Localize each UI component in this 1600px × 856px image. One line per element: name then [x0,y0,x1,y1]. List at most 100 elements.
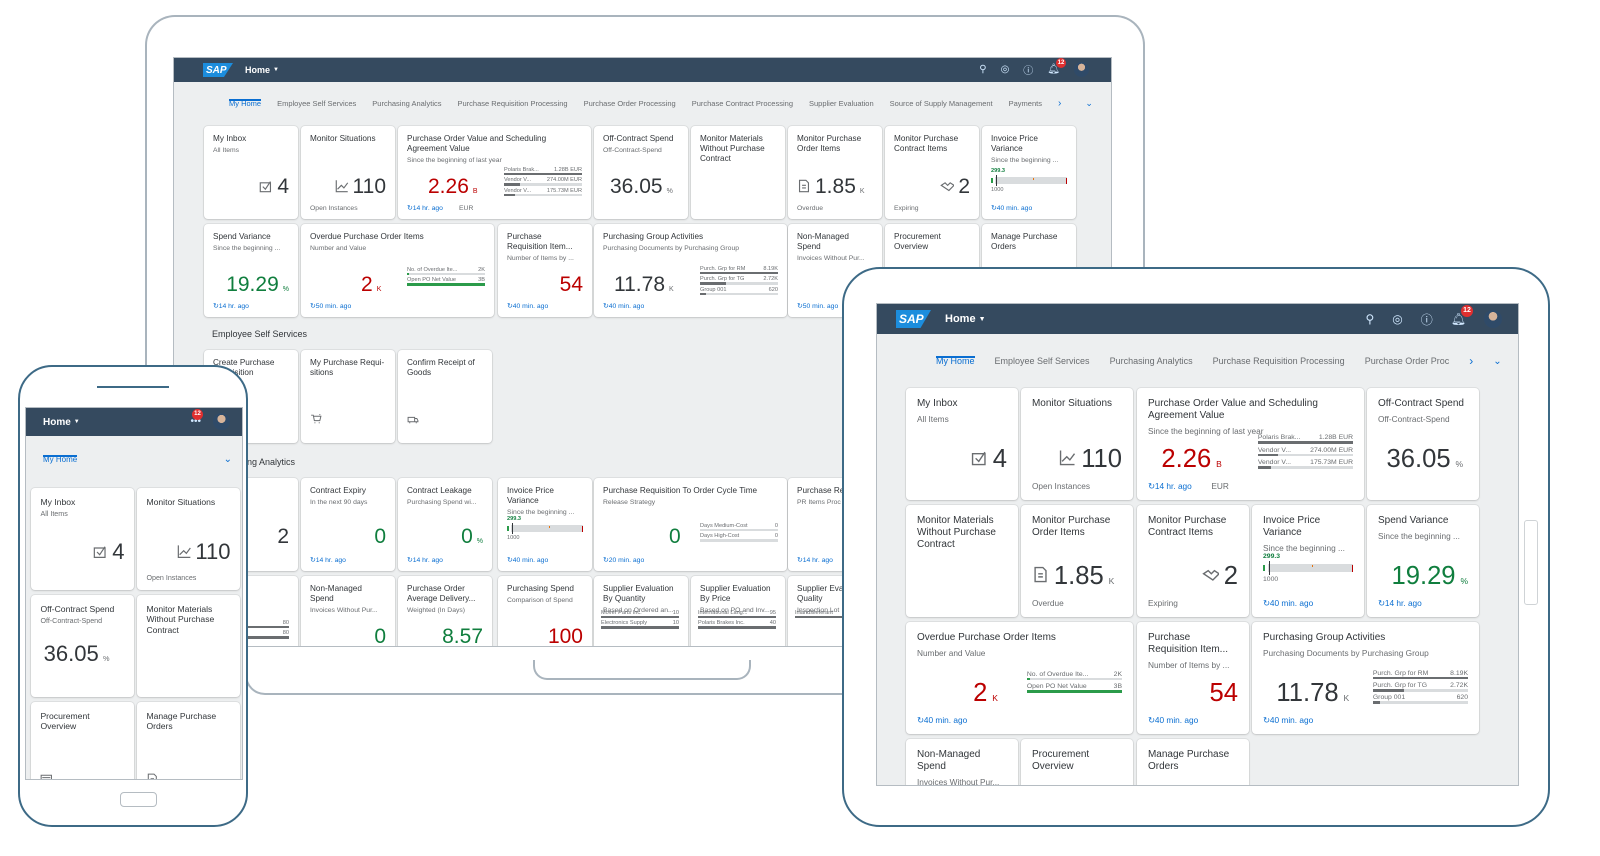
refresh-timestamp[interactable]: ↻14 hr. ago [310,556,346,564]
tile-purchase-order-average-delivery[interactable]: Purchase Order Average Delivery... Weight… [398,576,492,646]
tile-monitor-purchase-order-items[interactable]: Monitor Purchase Order Items 1.85 K Overdue [1021,505,1133,617]
tile-purchase-requisition-item[interactable]: Purchase Requisition Item... Number of It… [498,224,592,317]
user-avatar[interactable] [1484,310,1502,328]
tab-employee-self-services[interactable]: Employee Self Services [277,99,356,108]
tab-purchase-requisition-processing[interactable]: Purchase Requisition Processing [1213,356,1345,366]
user-avatar[interactable] [213,413,230,430]
tile-manage-purchase-orders[interactable]: Manage Purchase Orders [1137,739,1249,785]
tile-non-managed-spend[interactable]: Non-Managed Spend Invoices Without Pur...… [301,576,395,646]
tile-my-inbox[interactable]: My Inbox All Items 4 [204,126,298,219]
tab-purchase-order-processing[interactable]: Purchase Order Processing [584,99,676,108]
refresh-timestamp[interactable]: ↻50 min. ago [310,302,351,310]
tile-overdue-purchase-order-items[interactable]: Overdue Purchase Order Items Number and V… [301,224,494,317]
refresh-timestamp[interactable]: ↻40 min. ago [991,204,1032,212]
tile-non-managed-spend[interactable]: Non-Managed Spend Invoices Without Pur... [906,739,1018,785]
refresh-timestamp[interactable]: ↻40 min. ago [917,715,967,725]
tile-off-contract-spend[interactable]: Off-Contract Spend Off-Contract-Spend 36.0… [594,126,688,219]
tab-source-of-supply-management[interactable]: Source of Supply Management [890,99,993,108]
tile-contract-expiry[interactable]: Contract Expiry In the next 90 days 0 ↻14 h… [301,478,395,571]
tile-spend-variance[interactable]: Spend Variance Since the beginning ... 19.… [204,224,298,317]
notification-bell-icon[interactable]: 🔔︎ 12 [1047,58,1066,75]
copilot-icon[interactable]: ◎ [1001,64,1010,75]
search-icon[interactable]: ⚲ [1365,312,1374,326]
tile-monitor-situations[interactable]: Monitor Situations 110 Open Instances [301,126,395,219]
tile-off-contract-spend[interactable]: Off-Contract Spend Off-Contract-Spend 36.0… [31,595,134,697]
phone-home-button[interactable] [120,792,157,807]
tile-supplier-evaluation-by-price[interactable]: Supplier Evaluation By Price Based on PO … [691,576,785,646]
refresh-timestamp[interactable]: ↻40 min. ago [507,302,548,310]
home-menu-button[interactable]: Home ▼ [245,65,279,75]
refresh-timestamp[interactable]: ↻14 hr. ago [797,556,833,564]
refresh-timestamp[interactable]: ↻14 hr. ago [407,556,443,564]
tab-employee-self-services[interactable]: Employee Self Services [995,356,1090,366]
refresh-timestamp[interactable]: ↻40 min. ago [507,556,548,564]
tile-monitor-situations[interactable]: Monitor Situations 110 Open Instances [137,488,240,590]
refresh-timestamp[interactable]: ↻14 hr. ago [407,204,443,212]
refresh-timestamp[interactable]: ↻14 hr. ago [213,302,249,310]
help-icon[interactable]: ⓘ [1421,311,1433,328]
tab-payments[interactable]: Payments [1009,99,1042,108]
tile-supplier-evaluation-by-quantity[interactable]: Supplier Evaluation By Quantity Based on … [594,576,688,646]
help-icon[interactable]: ⓘ [1023,62,1033,77]
tile-monitor-purchase-order-items[interactable]: Monitor Purchase Order Items 1.85 K Overdue [788,126,882,219]
tile-my-purchase-requi-sitions[interactable]: My Purchase Requi-sitions [301,350,395,443]
tab-supplier-evaluation[interactable]: Supplier Evaluation [809,99,874,108]
tile-purchase-order-value-and-scheduling-agreement-value[interactable]: Purchase Order Value and Scheduling Agre… [398,126,591,219]
refresh-timestamp[interactable]: ↻14 hr. ago [1378,598,1422,608]
home-menu-button[interactable]: Home ▼ [43,417,80,428]
tile-invoice-price-variance[interactable]: Invoice Price Variance Since the beginnin… [498,478,592,571]
tile-confirm-receipt-of-goods[interactable]: Confirm Receipt of Goods [398,350,492,443]
tile-contract-leakage[interactable]: Contract Leakage Purchasing Spend wi... 0%… [398,478,492,571]
chevron-right-icon[interactable]: › [1469,354,1473,368]
refresh-timestamp[interactable]: ↻40 min. ago [603,302,644,310]
tab-purchase-requisition-processing[interactable]: Purchase Requisition Processing [458,99,568,108]
tab-my-home[interactable]: My Home [43,454,78,464]
sap-logo[interactable]: SAP [203,63,233,77]
tile-purchase-requisition-item[interactable]: Purchase Requisition Item... Number of It… [1137,622,1249,734]
chevron-right-icon[interactable]: › [1058,98,1061,109]
tile-monitor-materials-without-purchase-contract[interactable]: Monitor Materials Without Purchase Contr… [906,505,1018,617]
tab-purchase-contract-processing[interactable]: Purchase Contract Processing [692,99,793,108]
tile-invoice-price-variance[interactable]: Invoice Price Variance Since the beginnin… [982,126,1076,219]
tab-my-home[interactable]: My Home [936,356,975,366]
tile-my-inbox[interactable]: My Inbox All Items 4 [906,388,1018,500]
chevron-down-icon[interactable]: ⌄ [1085,98,1093,109]
chevron-down-icon[interactable]: ⌄ [224,454,232,465]
tile-spend-variance[interactable]: Spend Variance Since the beginning ... 19.… [1367,505,1479,617]
tile-purchasing-group-activities[interactable]: Purchasing Group Activities Purchasing Do… [594,224,787,317]
tile-off-contract-spend[interactable]: Off-Contract Spend Off-Contract-Spend 36.0… [1367,388,1479,500]
refresh-timestamp[interactable]: ↻20 min. ago [603,556,644,564]
tile-monitor-purchase-contract-items[interactable]: Monitor Purchase Contract Items 2 Expiring [885,126,979,219]
tile-procurement-overview[interactable]: Procurement Overview [31,702,134,779]
tile-purchasing-spend[interactable]: Purchasing Spend Comparison of Spend 100 [498,576,592,646]
search-icon[interactable]: ⚲ [979,64,986,75]
tile-overdue-purchase-order-items[interactable]: Overdue Purchase Order Items Number and V… [906,622,1133,734]
tab-purchase-order-processing[interactable]: Purchase Order Proc [1365,356,1450,366]
notification-bell-icon[interactable]: 🔔︎ 12 [1451,305,1473,326]
tile-purchase-requisition-to-order-cycle-time[interactable]: Purchase Requisition To Order Cycle Time… [594,478,787,571]
tab-purchasing-analytics[interactable]: Purchasing Analytics [372,99,441,108]
tile-monitor-materials-without-purchase-contract[interactable]: Monitor Materials Without Purchase Contr… [137,595,240,697]
tab-my-home[interactable]: My Home [229,98,262,108]
tab-purchasing-analytics[interactable]: Purchasing Analytics [1110,356,1193,366]
refresh-timestamp[interactable]: ↻40 min. ago [1263,715,1313,725]
tile-my-inbox[interactable]: My Inbox All Items 4 [31,488,134,590]
chevron-down-icon[interactable]: ⌄ [1493,356,1501,367]
copilot-icon[interactable]: ◎ [1392,312,1402,326]
home-menu-button[interactable]: Home ▼ [945,313,986,325]
refresh-timestamp[interactable]: ↻40 min. ago [1263,598,1313,608]
tile-monitor-situations[interactable]: Monitor Situations 110 Open Instances [1021,388,1133,500]
tile-monitor-materials-without-purchase-contract[interactable]: Monitor Materials Without Purchase Contr… [691,126,785,219]
tile-purchase-order-value-and-scheduling-agreement-value[interactable]: Purchase Order Value and Scheduling Agre… [1137,388,1364,500]
sap-logo[interactable]: SAP [896,310,931,328]
tile-procurement-overview[interactable]: Procurement Overview [1021,739,1133,785]
tile-monitor-purchase-contract-items[interactable]: Monitor Purchase Contract Items 2 Expiring [1137,505,1249,617]
tile-invoice-price-variance[interactable]: Invoice Price Variance Since the beginnin… [1252,505,1364,617]
user-avatar[interactable] [1074,62,1089,77]
tile-manage-purchase-orders[interactable]: Manage Purchase Orders [137,702,240,779]
refresh-timestamp[interactable]: ↻14 hr. ago [1148,481,1192,491]
refresh-timestamp[interactable]: ↻50 min. ago [797,302,838,310]
refresh-timestamp[interactable]: ↻40 min. ago [1148,715,1198,725]
tile-purchasing-group-activities[interactable]: Purchasing Group Activities Purchasing Do… [1252,622,1479,734]
overflow-menu-icon[interactable]: ••• 12 [190,409,203,427]
